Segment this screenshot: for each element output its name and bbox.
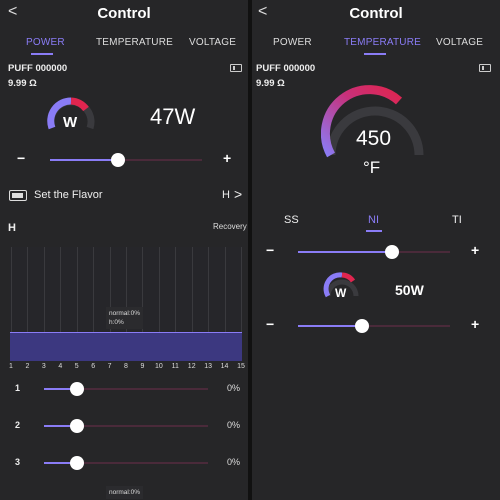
x-tick-label: 9 xyxy=(140,363,145,370)
battery-icon xyxy=(230,64,242,72)
x-tick-label: 13 xyxy=(204,363,213,370)
chart-gridline xyxy=(158,247,160,333)
x-tick-label: 10 xyxy=(154,363,163,370)
decrease-button[interactable]: − xyxy=(17,150,25,166)
temperature-unit: °F xyxy=(363,158,381,177)
gauge-unit: W xyxy=(63,114,78,131)
temp-decrease-button[interactable]: − xyxy=(266,242,274,258)
x-tick-label: 15 xyxy=(237,363,245,370)
bottom-tooltip: normal:0% xyxy=(106,486,144,499)
x-axis: 1 2 3 4 5 6 7 8 9 10 11 12 13 14 15 xyxy=(9,361,245,373)
temperature-gauge-icon xyxy=(321,85,424,158)
resistance-value: 9.99 Ω xyxy=(8,78,37,89)
tab-voltage[interactable]: VOLTAGE xyxy=(189,37,236,48)
chevron-right-icon[interactable]: > xyxy=(234,186,242,202)
point-row-label: 1 xyxy=(15,383,21,393)
flavor-mode[interactable]: H xyxy=(222,189,230,201)
recovery-button[interactable]: Recovery xyxy=(213,222,247,231)
x-tick-label: 12 xyxy=(187,363,196,370)
x-tick-label: 5 xyxy=(74,363,79,370)
page-title: Control xyxy=(349,5,403,22)
tab-voltage[interactable]: VOLTAGE xyxy=(436,37,483,48)
chart-gridline xyxy=(191,247,193,333)
tab-temperature[interactable]: TEMPERATURE xyxy=(344,37,421,48)
chart-tooltip: normal:0% h:0% xyxy=(106,307,144,329)
point-slider[interactable] xyxy=(44,382,208,396)
point-percent: 0% xyxy=(227,457,241,467)
x-tick-label: 2 xyxy=(25,363,30,370)
chart-gridline xyxy=(60,247,62,333)
battery-flavor-icon xyxy=(9,190,27,201)
temperature-slider[interactable] xyxy=(298,245,450,259)
watt-increase-button[interactable]: + xyxy=(471,316,479,332)
point-row-label: 2 xyxy=(15,420,21,430)
puff-counter: PUFF 000000 xyxy=(8,63,68,74)
x-tick-label: 4 xyxy=(58,363,63,370)
point-row-label: 3 xyxy=(15,457,21,467)
mode-ni[interactable]: NI xyxy=(368,214,379,226)
watt-slider[interactable] xyxy=(298,319,450,333)
power-value: 47W xyxy=(150,104,196,129)
power-slider[interactable] xyxy=(50,153,202,167)
point-slider-thumb[interactable] xyxy=(69,419,84,433)
chart-gridline xyxy=(11,247,12,333)
curve-line xyxy=(10,332,242,333)
increase-button[interactable]: + xyxy=(223,150,231,166)
mode-ti[interactable]: TI xyxy=(452,214,462,226)
tooltip-normal: normal:0% xyxy=(109,310,141,317)
mode-ss[interactable]: SS xyxy=(284,214,299,226)
watt-gauge-unit: W xyxy=(335,286,347,300)
tooltip-h: h:0% xyxy=(109,319,124,326)
x-tick-label: 14 xyxy=(220,363,229,370)
curve-band xyxy=(10,333,242,361)
x-tick-label: 3 xyxy=(41,363,46,370)
curve-chart[interactable]: normal:0% h:0% xyxy=(10,247,242,361)
point-slider-thumb[interactable] xyxy=(69,456,84,470)
page-title: Control xyxy=(97,5,151,22)
tab-active-indicator xyxy=(364,53,386,55)
tab-power[interactable]: POWER xyxy=(273,37,312,48)
point-percent: 0% xyxy=(227,420,241,430)
tab-active-indicator xyxy=(31,53,53,55)
chart-gridline xyxy=(224,247,226,333)
watt-value: 50W xyxy=(395,282,424,298)
x-tick-label: 8 xyxy=(124,363,128,370)
x-tick-label: 1 xyxy=(9,363,13,370)
temperature-slider-thumb[interactable] xyxy=(385,245,400,259)
chart-gridline xyxy=(27,247,29,333)
power-screen: < Control POWER TEMPERATURE VOLTAGE PUFF… xyxy=(0,0,248,500)
chart-gridline xyxy=(43,247,45,333)
tab-temperature[interactable]: TEMPERATURE xyxy=(96,37,173,48)
chart-gridline xyxy=(93,247,95,333)
point-slider-thumb[interactable] xyxy=(69,382,84,396)
power-slider-thumb[interactable] xyxy=(111,153,126,167)
x-tick-label: 6 xyxy=(91,363,96,370)
x-tick-label: 11 xyxy=(171,363,179,370)
point-slider[interactable] xyxy=(44,419,208,433)
battery-icon xyxy=(479,64,491,72)
chart-gridline xyxy=(241,247,242,333)
chart-gridline xyxy=(76,247,78,333)
watt-slider-thumb[interactable] xyxy=(354,319,369,333)
x-tick-label: 7 xyxy=(107,363,112,370)
mode-active-indicator xyxy=(366,230,382,232)
watt-decrease-button[interactable]: − xyxy=(266,316,274,332)
puff-counter: PUFF 000000 xyxy=(256,63,316,74)
point-percent: 0% xyxy=(227,383,241,393)
chart-gridline xyxy=(175,247,177,333)
point-slider[interactable] xyxy=(44,456,208,470)
tab-power[interactable]: POWER xyxy=(26,37,65,48)
flavor-label: Set the Flavor xyxy=(34,189,103,201)
temperature-screen: < Control POWER TEMPERATURE VOLTAGE PUFF… xyxy=(252,0,500,500)
curve-mode-label: H xyxy=(8,222,16,234)
temperature-value: 450 xyxy=(356,127,392,150)
temp-increase-button[interactable]: + xyxy=(471,242,479,258)
chart-gridline xyxy=(208,247,210,333)
resistance-value: 9.99 Ω xyxy=(256,78,285,89)
